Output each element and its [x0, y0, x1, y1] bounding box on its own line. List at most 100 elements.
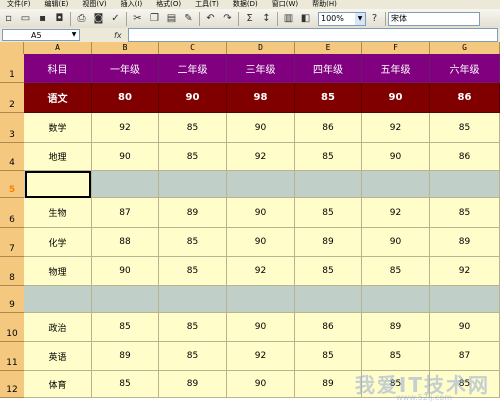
row-header[interactable]: 12 — [0, 371, 24, 398]
row-header[interactable]: 4 — [0, 143, 24, 171]
print-icon[interactable]: ⎙ — [74, 11, 89, 26]
subject-cell[interactable]: 地理 — [24, 143, 92, 171]
permission-icon[interactable]: ◘ — [52, 11, 67, 26]
chevron-down-icon[interactable]: ▼ — [355, 12, 365, 25]
score-cell[interactable] — [295, 171, 362, 198]
subject-cell[interactable]: 物理 — [24, 257, 92, 286]
subject-cell[interactable]: 英语 — [24, 342, 92, 371]
score-cell[interactable]: 85 — [362, 257, 430, 286]
score-cell[interactable]: 89 — [295, 228, 362, 257]
score-cell[interactable] — [430, 171, 500, 198]
score-cell[interactable] — [159, 286, 227, 313]
score-cell[interactable]: 85 — [159, 113, 227, 143]
score-cell[interactable]: 86 — [430, 83, 500, 113]
score-cell[interactable]: 92 — [227, 143, 295, 171]
score-cell[interactable]: 92 — [227, 342, 295, 371]
drawing-icon[interactable]: ◧ — [298, 11, 313, 26]
row-header[interactable]: 2 — [0, 83, 24, 113]
score-cell[interactable]: 90 — [227, 371, 295, 398]
score-cell[interactable]: 85 — [430, 113, 500, 143]
column-header-b[interactable]: B — [92, 42, 159, 54]
score-cell[interactable]: 90 — [430, 313, 500, 342]
score-cell[interactable]: 87 — [92, 198, 159, 228]
open-icon[interactable]: ▭ — [18, 11, 33, 26]
score-cell[interactable]: 89 — [362, 313, 430, 342]
menu-window[interactable]: 窗口(W) — [265, 0, 305, 9]
column-header-e[interactable]: E — [295, 42, 362, 54]
score-cell[interactable]: 90 — [227, 198, 295, 228]
row-header[interactable]: 7 — [0, 228, 24, 257]
autosum-icon[interactable]: Σ — [242, 11, 257, 26]
chevron-down-icon[interactable]: ▼ — [69, 30, 79, 40]
score-cell[interactable]: 三年级 — [227, 54, 295, 83]
active-cell-a5[interactable] — [25, 171, 91, 198]
row-header[interactable]: 10 — [0, 313, 24, 342]
score-cell[interactable]: 90 — [92, 143, 159, 171]
menu-help[interactable]: 帮助(H) — [305, 0, 344, 9]
score-cell[interactable]: 六年级 — [430, 54, 500, 83]
chart-icon[interactable]: ▥ — [281, 11, 296, 26]
subject-cell[interactable] — [24, 286, 92, 313]
formula-input[interactable] — [127, 28, 498, 42]
menu-insert[interactable]: 插入(I) — [114, 0, 150, 9]
subject-cell[interactable]: 生物 — [24, 198, 92, 228]
score-cell[interactable]: 92 — [430, 257, 500, 286]
score-cell[interactable]: 85 — [295, 257, 362, 286]
score-cell[interactable] — [362, 171, 430, 198]
menu-tools[interactable]: 工具(T) — [188, 0, 226, 9]
menu-edit[interactable]: 编辑(E) — [38, 0, 76, 9]
paste-icon[interactable]: ▤ — [164, 11, 179, 26]
sort-icon[interactable]: ↕ — [259, 11, 274, 26]
score-cell[interactable]: 86 — [295, 313, 362, 342]
subject-cell[interactable]: 语文 — [24, 83, 92, 113]
help-icon[interactable]: ? — [367, 11, 382, 26]
subject-cell[interactable]: 体育 — [24, 371, 92, 398]
score-cell[interactable]: 92 — [227, 257, 295, 286]
score-cell[interactable]: 85 — [159, 257, 227, 286]
score-cell[interactable]: 92 — [92, 113, 159, 143]
score-cell[interactable]: 98 — [227, 83, 295, 113]
score-cell[interactable]: 85 — [295, 83, 362, 113]
spelling-icon[interactable]: ✓ — [108, 11, 123, 26]
score-cell[interactable]: 85 — [92, 313, 159, 342]
subject-cell[interactable]: 化学 — [24, 228, 92, 257]
score-cell[interactable]: 85 — [159, 228, 227, 257]
score-cell[interactable]: 88 — [92, 228, 159, 257]
row-header[interactable]: 5 — [0, 171, 24, 198]
score-cell[interactable]: 85 — [295, 198, 362, 228]
menu-view[interactable]: 视图(V) — [75, 0, 113, 9]
score-cell[interactable]: 90 — [362, 143, 430, 171]
score-cell[interactable]: 90 — [159, 83, 227, 113]
score-cell[interactable] — [227, 286, 295, 313]
row-header[interactable]: 11 — [0, 342, 24, 371]
score-cell[interactable]: 90 — [227, 228, 295, 257]
menu-file[interactable]: 文件(F) — [0, 0, 38, 9]
new-icon[interactable]: ▫ — [1, 11, 16, 26]
score-cell[interactable]: 90 — [362, 83, 430, 113]
score-cell[interactable]: 85 — [159, 342, 227, 371]
subject-cell[interactable]: 数学 — [24, 113, 92, 143]
score-cell[interactable] — [295, 286, 362, 313]
score-cell[interactable]: 89 — [159, 371, 227, 398]
name-box[interactable]: A5 ▼ — [2, 29, 80, 41]
font-select[interactable]: 宋体 — [388, 11, 480, 26]
score-cell[interactable]: 二年级 — [159, 54, 227, 83]
score-cell[interactable]: 86 — [295, 113, 362, 143]
menu-data[interactable]: 数据(D) — [226, 0, 265, 9]
column-header-c[interactable]: C — [159, 42, 227, 54]
cut-icon[interactable]: ✂ — [130, 11, 145, 26]
score-cell[interactable]: 90 — [92, 257, 159, 286]
score-cell[interactable]: 85 — [362, 342, 430, 371]
score-cell[interactable]: 85 — [159, 313, 227, 342]
select-all-corner[interactable] — [0, 42, 24, 54]
row-header[interactable]: 3 — [0, 113, 24, 143]
score-cell[interactable]: 86 — [430, 143, 500, 171]
row-header[interactable]: 9 — [0, 286, 24, 313]
row-header[interactable]: 1 — [0, 54, 24, 83]
score-cell[interactable]: 85 — [92, 371, 159, 398]
column-header-g[interactable]: G — [430, 42, 500, 54]
score-cell[interactable]: 四年级 — [295, 54, 362, 83]
score-cell[interactable]: 90 — [227, 313, 295, 342]
score-cell[interactable]: 90 — [362, 228, 430, 257]
score-cell[interactable]: 85 — [295, 143, 362, 171]
